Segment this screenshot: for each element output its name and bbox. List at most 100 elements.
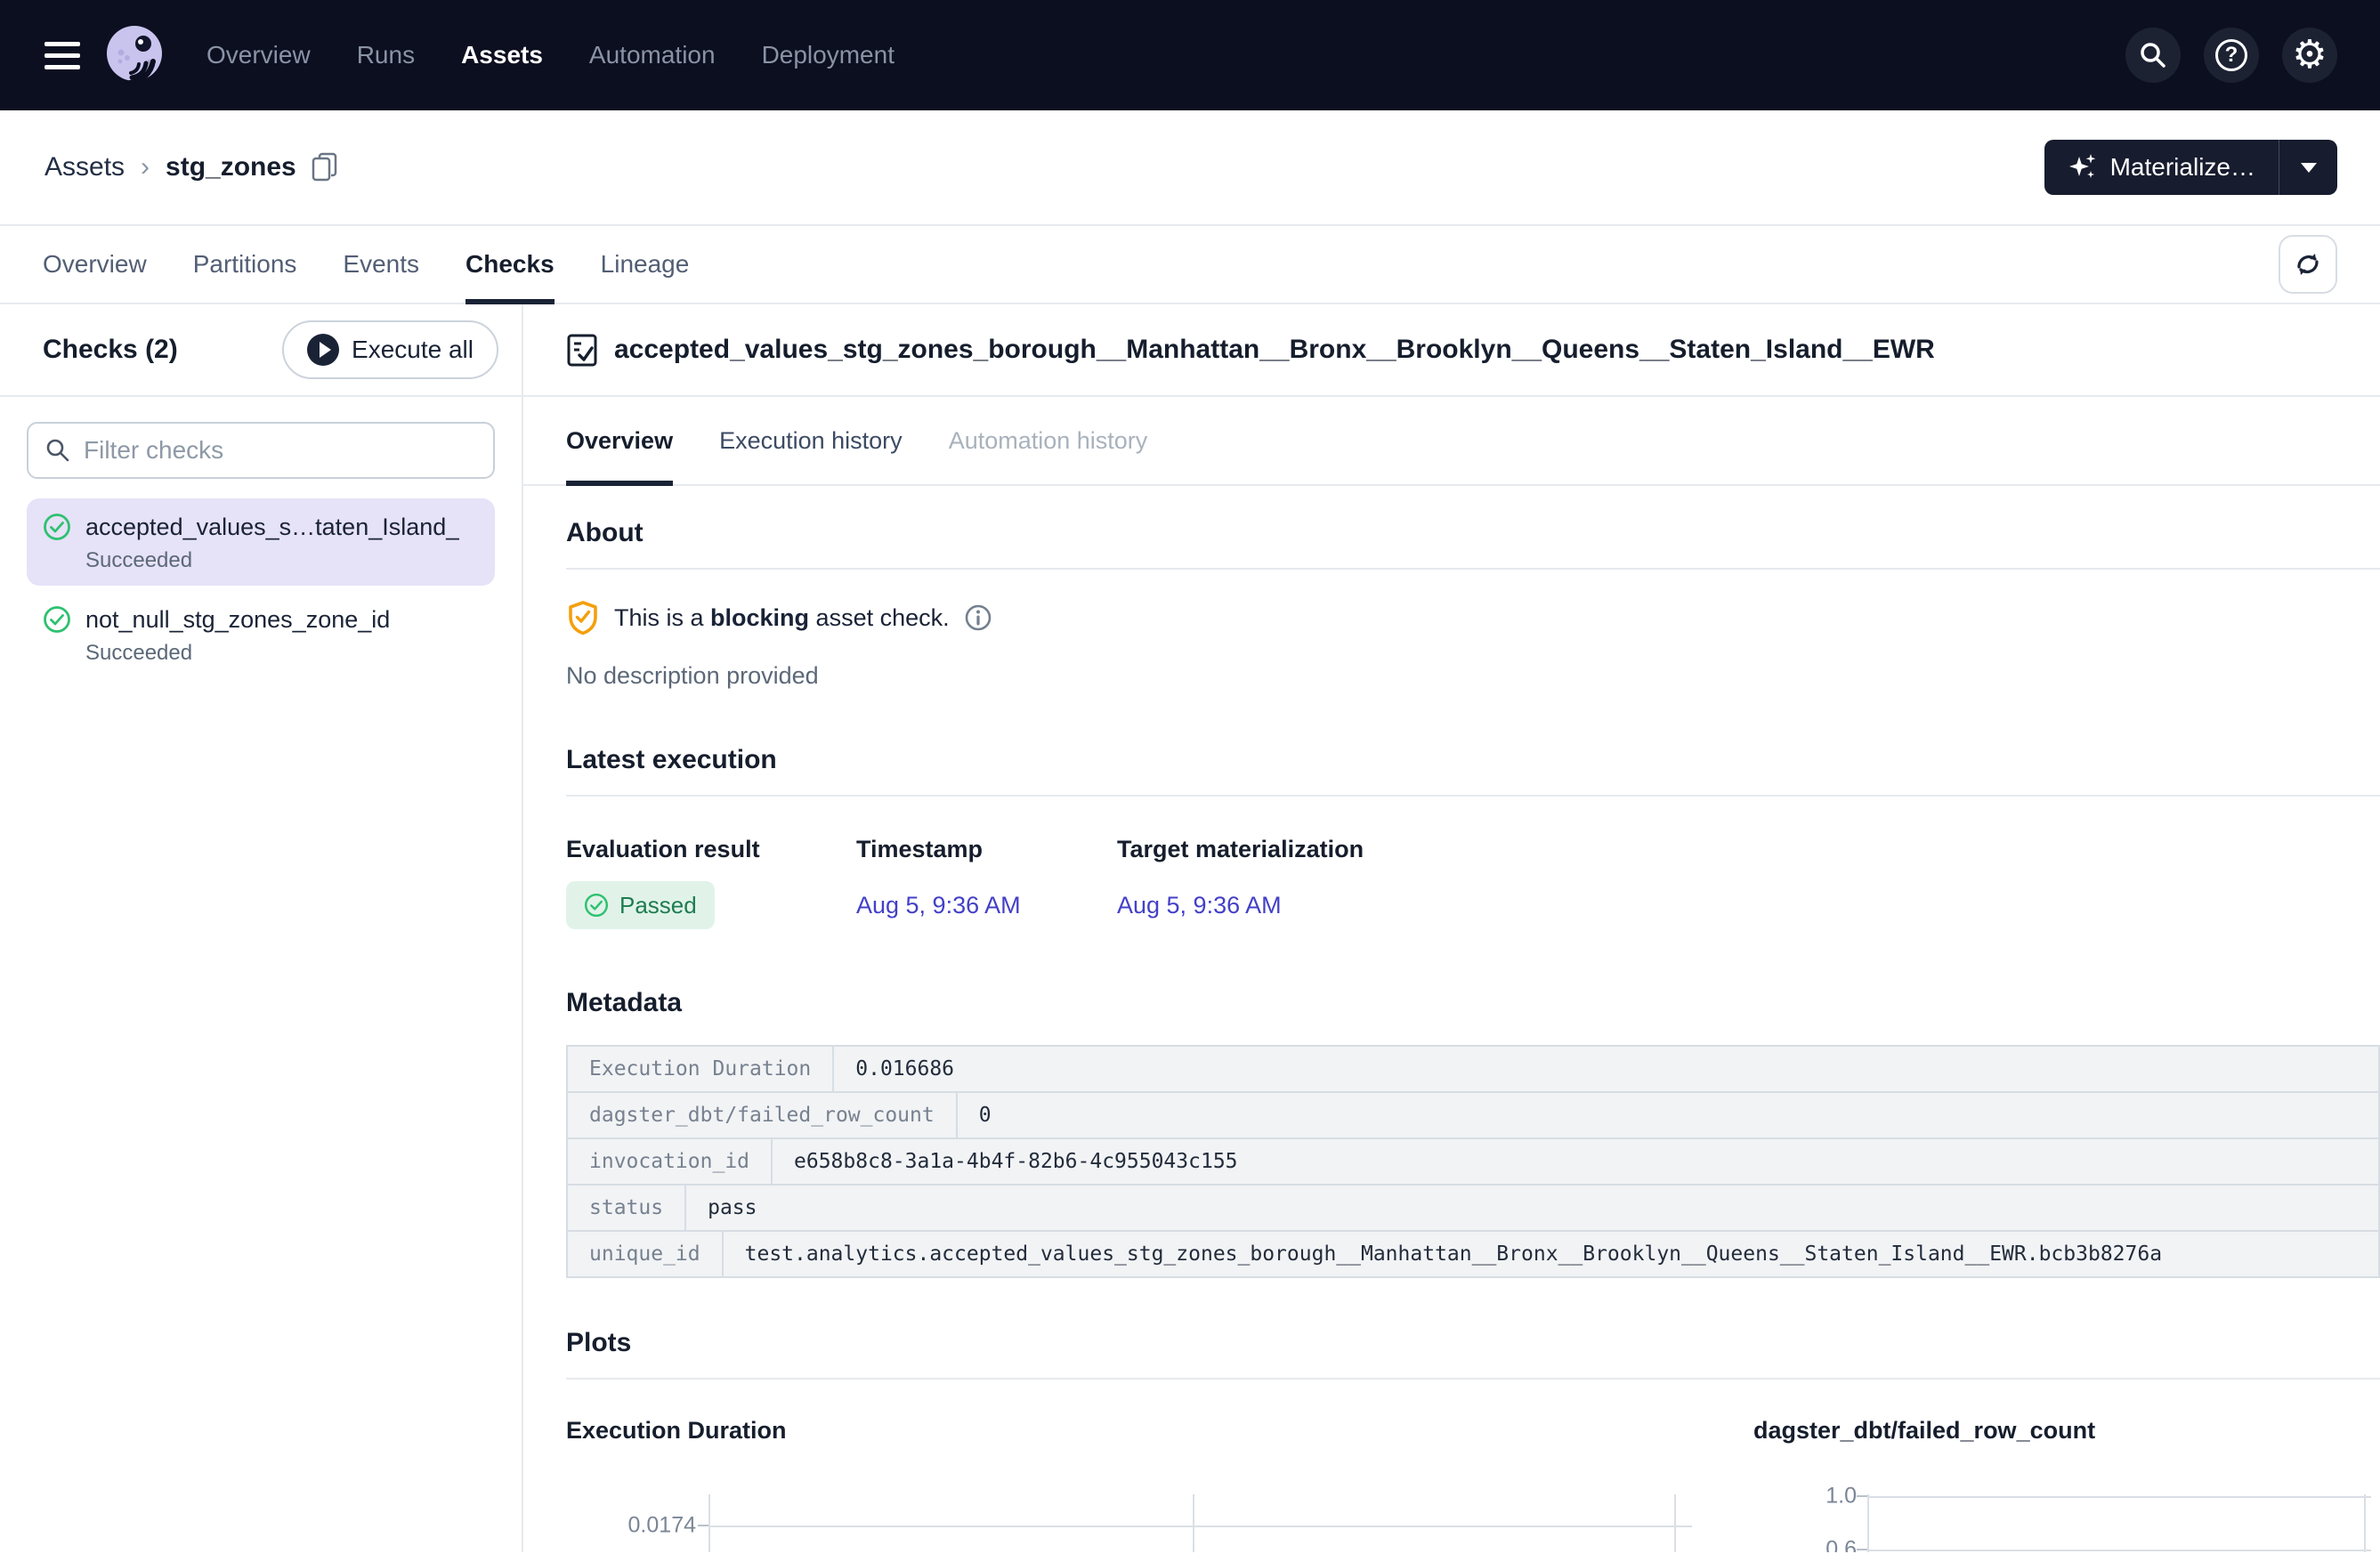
sparkle-icon (2068, 152, 2098, 182)
menu-icon[interactable] (45, 42, 80, 69)
check-tab-automation-history: Automation history (949, 397, 1148, 484)
search-button[interactable] (2125, 28, 2181, 83)
about-heading: About (566, 518, 2380, 548)
materialize-label: Materialize… (2110, 153, 2255, 182)
chart-plot-area: 0.0174 (566, 1494, 1753, 1552)
metadata-heading: Metadata (566, 988, 2380, 1018)
dagster-app: Overview Runs Assets Automation Deployme… (0, 0, 2380, 1554)
nav-item-assets[interactable]: Assets (461, 41, 543, 69)
y-gridline (1867, 1496, 2371, 1498)
y-axis-line (708, 1494, 710, 1552)
execution-duration-chart: Execution Duration 0.0174 (566, 1417, 1753, 1552)
table-row: Execution Duration 0.016686 (566, 1045, 2380, 1093)
y-tick-label: 0.6 (1825, 1537, 1857, 1553)
check-success-icon (584, 893, 609, 918)
check-tab-execution-history[interactable]: Execution history (719, 397, 903, 484)
checks-sidebar: Checks (2) Execute all (0, 304, 523, 1552)
checks-count-title: Checks (2) (43, 335, 178, 365)
chart-title: dagster_dbt/failed_row_count (1753, 1417, 2380, 1445)
failed-row-count-chart: dagster_dbt/failed_row_count 1.0 0.6 (1753, 1417, 2380, 1552)
y-tick-mark (1857, 1549, 1867, 1550)
status-badge-label: Passed (619, 892, 697, 919)
asset-header: Assets › stg_zones Materialize… (0, 110, 2380, 224)
help-icon: ? (2215, 39, 2247, 71)
y-axis-line (1867, 1494, 1869, 1552)
metadata-key: unique_id (568, 1232, 724, 1276)
nav-item-runs[interactable]: Runs (357, 41, 415, 69)
check-item-name: not_null_stg_zones_zone_id (85, 606, 390, 634)
materialize-dropdown-button[interactable] (2279, 140, 2337, 195)
metadata-key: dagster_dbt/failed_row_count (568, 1093, 958, 1137)
metadata-value: 0.016686 (834, 1047, 2378, 1091)
blocking-text: This is a blocking asset check. (614, 604, 950, 632)
nav-icon-buttons: ? ⚙ (2125, 28, 2337, 83)
settings-button[interactable]: ⚙ (2282, 28, 2337, 83)
about-divider (566, 568, 2380, 570)
refresh-button[interactable] (2279, 235, 2337, 294)
blocking-note: This is a blocking asset check. (566, 600, 2380, 635)
info-icon[interactable] (964, 603, 992, 632)
chart-plot-area: 1.0 0.6 (1753, 1494, 2380, 1552)
check-title: accepted_values_stg_zones_borough__Manha… (614, 335, 1935, 365)
plots-divider (566, 1378, 2380, 1380)
target-materialization-link[interactable]: Aug 5, 9:36 AM (1117, 892, 1282, 919)
plots-heading: Plots (566, 1328, 2380, 1358)
check-overview-content: About This is a blocking asset check. No… (523, 486, 2380, 1552)
check-success-icon (43, 513, 71, 541)
dagster-logo-icon[interactable] (103, 24, 166, 86)
latest-execution-values: Passed Aug 5, 9:36 AM Aug 5, 9:36 AM (566, 881, 2380, 929)
help-button[interactable]: ? (2204, 28, 2259, 83)
status-badge: Passed (566, 881, 715, 929)
col-timestamp: Timestamp (856, 836, 1117, 863)
y-tick-mark (1857, 1495, 1867, 1497)
x-gridline (1193, 1494, 1194, 1552)
metadata-value: test.analytics.accepted_values_stg_zones… (724, 1232, 2378, 1276)
check-detail-pane: accepted_values_stg_zones_borough__Manha… (523, 304, 2380, 1552)
table-row: status pass (566, 1184, 2380, 1232)
x-gridline (2364, 1494, 2366, 1552)
metadata-key: status (568, 1186, 686, 1230)
check-detail-header: accepted_values_stg_zones_borough__Manha… (523, 304, 2380, 397)
tab-events[interactable]: Events (343, 226, 419, 303)
breadcrumb-assets-link[interactable]: Assets (45, 152, 125, 182)
chevron-down-icon (2301, 163, 2317, 173)
asset-check-icon (566, 332, 598, 368)
tab-partitions[interactable]: Partitions (193, 226, 297, 303)
nav-item-automation[interactable]: Automation (589, 41, 716, 69)
checks-sidebar-body: accepted_values_s…taten_Island_ Succeede… (0, 397, 522, 703)
execute-all-label: Execute all (352, 336, 474, 364)
nav-item-overview[interactable]: Overview (206, 41, 311, 69)
execute-all-button[interactable]: Execute all (282, 320, 498, 379)
checks-sidebar-header: Checks (2) Execute all (0, 304, 522, 397)
latest-execution-heading: Latest execution (566, 745, 2380, 775)
filter-checks-input[interactable] (27, 422, 495, 479)
check-list-item-accepted-values[interactable]: accepted_values_s…taten_Island_ Succeede… (27, 498, 495, 586)
table-row: invocation_id e658b8c8-3a1a-4b4f-82b6-4c… (566, 1137, 2380, 1186)
tab-overview[interactable]: Overview (43, 226, 147, 303)
metadata-table: Execution Duration 0.016686 dagster_dbt/… (566, 1045, 2380, 1278)
asset-tabs-bar: Overview Partitions Events Checks Lineag… (0, 226, 2380, 304)
timestamp-link[interactable]: Aug 5, 9:36 AM (856, 892, 1021, 919)
y-tick-mark (698, 1525, 708, 1526)
table-row: dagster_dbt/failed_row_count 0 (566, 1091, 2380, 1139)
y-tick-label: 0.0174 (628, 1513, 696, 1539)
materialize-button[interactable]: Materialize… (2044, 140, 2279, 195)
copy-icon (311, 151, 339, 183)
col-target-materialization: Target materialization (1117, 836, 2380, 863)
copy-asset-name-button[interactable] (311, 151, 339, 183)
check-tab-overview[interactable]: Overview (566, 397, 673, 484)
check-list-item-not-null[interactable]: not_null_stg_zones_zone_id Succeeded (27, 591, 495, 678)
tab-lineage[interactable]: Lineage (601, 226, 690, 303)
gear-icon: ⚙ (2292, 36, 2327, 75)
latest-execution-columns: Evaluation result Timestamp Target mater… (566, 836, 2380, 863)
tab-checks[interactable]: Checks (465, 226, 555, 303)
nav-item-deployment[interactable]: Deployment (762, 41, 895, 69)
breadcrumb-asset-name: stg_zones (166, 152, 296, 182)
y-gridline (1867, 1550, 2371, 1551)
top-nav: Overview Runs Assets Automation Deployme… (0, 0, 2380, 110)
search-icon (2138, 40, 2168, 70)
x-gridline (1674, 1494, 1676, 1552)
plots-row: Execution Duration 0.0174 dagster_dbt/fa… (566, 1417, 2380, 1552)
check-list: accepted_values_s…taten_Island_ Succeede… (27, 498, 495, 678)
metadata-key: invocation_id (568, 1139, 773, 1184)
